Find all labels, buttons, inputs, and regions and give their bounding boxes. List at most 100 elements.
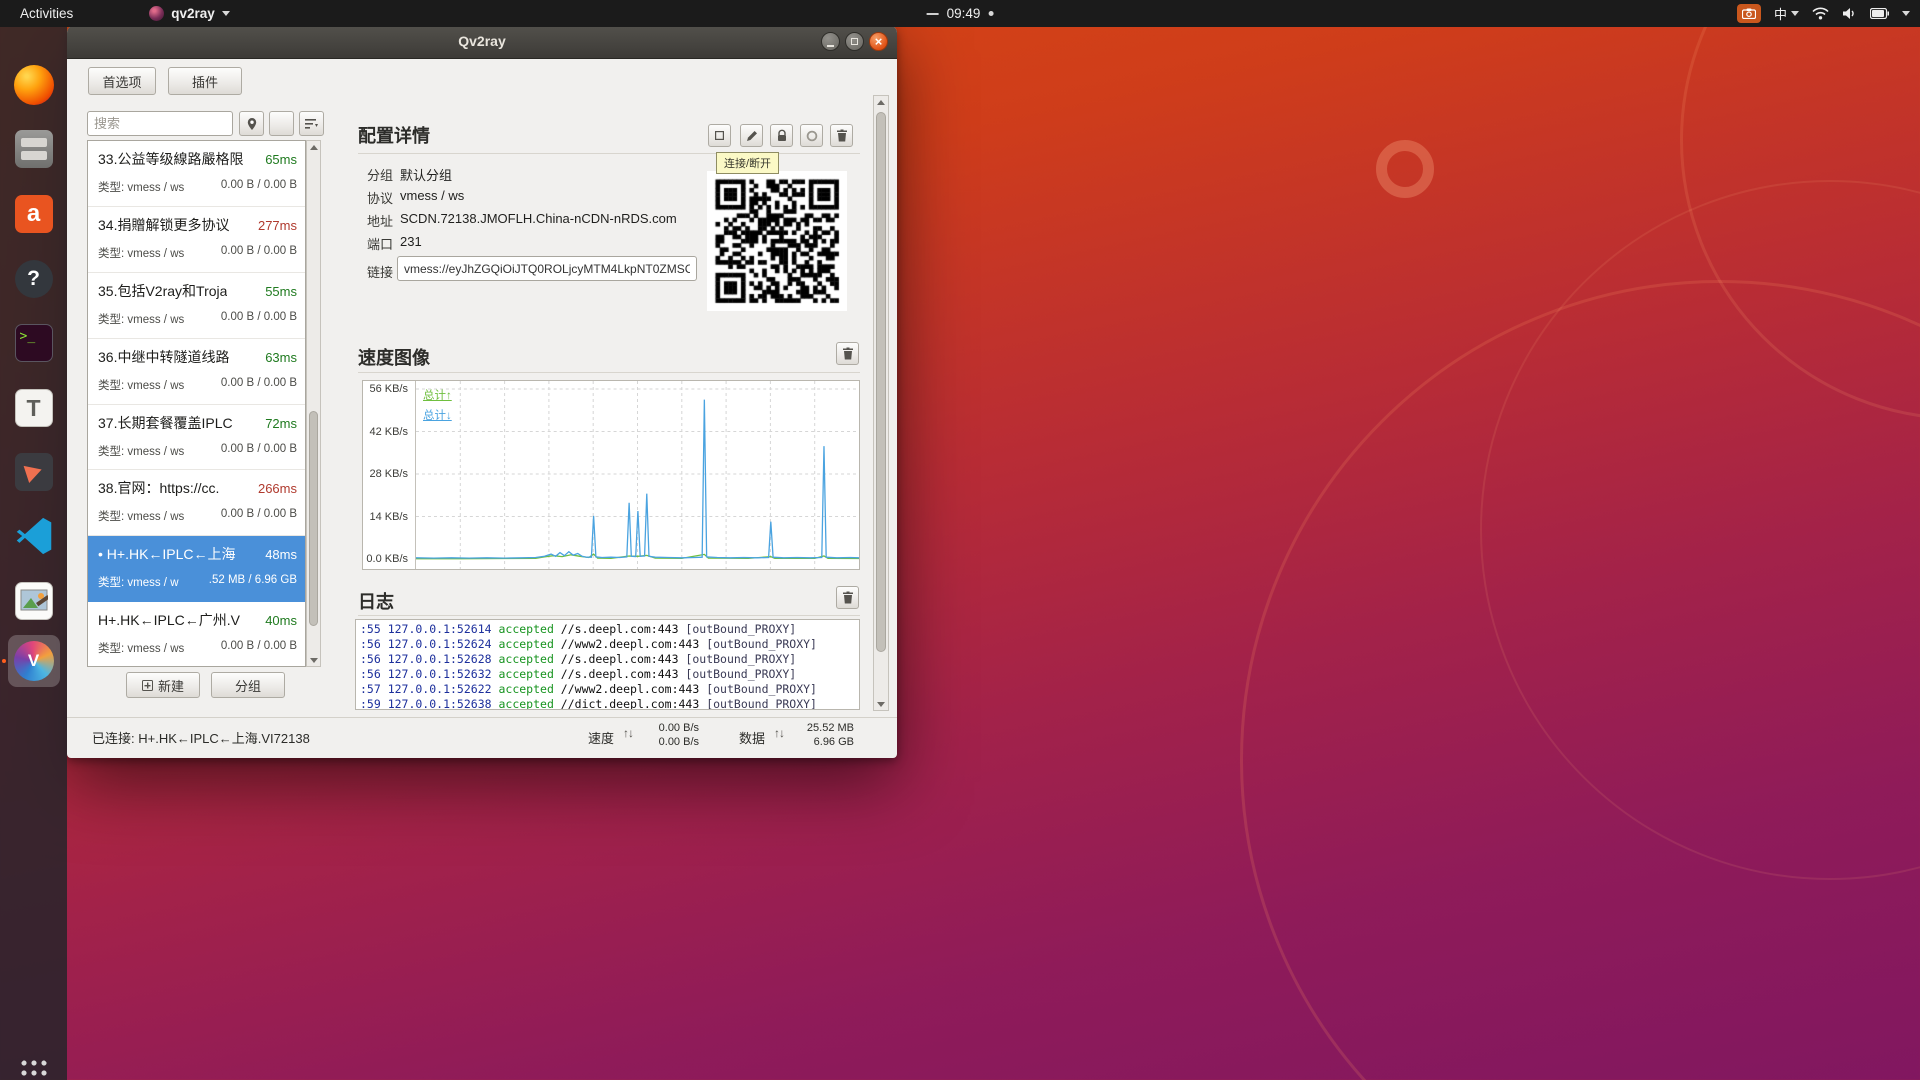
server-list-item[interactable]: 34.捐贈解锁更多协议 277ms 类型: vmess / ws 0.00 B …: [88, 207, 305, 273]
plugins-button[interactable]: 插件: [168, 67, 242, 95]
data-down-value: 6.96 GB: [814, 736, 854, 748]
server-list-item[interactable]: 35.包括V2ray和Troja 55ms 类型: vmess / ws 0.0…: [88, 273, 305, 339]
blank-tool-button[interactable]: [269, 111, 294, 136]
clock-label: 09:49: [947, 6, 981, 21]
connect-toggle-button[interactable]: [800, 124, 823, 147]
wallpaper-arc: [1480, 180, 1920, 880]
vscode-icon: [16, 516, 52, 556]
log-line: :59 127.0.0.1:52638 accepted //dict.deep…: [360, 697, 855, 710]
server-ping: 65ms: [265, 152, 297, 167]
server-list-item[interactable]: 38.官网：https://cc. 266ms 类型: vmess / ws 0…: [88, 470, 305, 536]
server-type: 类型: vmess / ws: [98, 640, 184, 656]
text-editor-icon: T: [15, 389, 53, 427]
edit-button[interactable]: [740, 124, 763, 147]
files-icon: [15, 130, 53, 168]
speed-down-value: 0.00 B/s: [659, 736, 699, 748]
dock-item-qv2ray[interactable]: V: [8, 635, 60, 687]
log-line: :56 127.0.0.1:52624 accepted //www2.deep…: [360, 637, 855, 652]
server-ping: 63ms: [265, 350, 297, 365]
server-name: H+.HK←IPLC←广州.V: [98, 610, 240, 630]
dock-item-text-editor[interactable]: T: [8, 382, 60, 434]
server-list-item[interactable]: 36.中继中转隧道线路 63ms 类型: vmess / ws 0.00 B /…: [88, 339, 305, 405]
share-link-input[interactable]: [397, 256, 697, 281]
edit-json-button[interactable]: [770, 124, 793, 147]
port-field-label: 端口: [367, 234, 393, 253]
top-bar: Activities qv2ray 09:49 中: [0, 0, 1920, 27]
server-data-usage: 0.00 B / 0.00 B: [221, 377, 297, 393]
maximize-button[interactable]: [845, 32, 864, 51]
battery-icon[interactable]: [1870, 8, 1889, 19]
dock-item-help[interactable]: ?: [8, 253, 60, 305]
scrollbar-thumb[interactable]: [309, 411, 318, 626]
server-list-scrollbar[interactable]: [306, 140, 321, 667]
window-titlebar[interactable]: Qv2ray ×: [67, 25, 897, 59]
close-button[interactable]: ×: [869, 32, 888, 51]
input-method-indicator[interactable]: 中: [1774, 4, 1799, 23]
clear-log-button[interactable]: [836, 586, 859, 609]
server-list-item[interactable]: • H+.HK←IPLC←上海 48ms 类型: vmess / w .52 M…: [88, 536, 305, 602]
scroll-up-icon[interactable]: [310, 145, 318, 150]
log-title: 日志: [358, 588, 394, 614]
detail-scrollbar[interactable]: [873, 95, 889, 711]
network-icon[interactable]: [1812, 7, 1829, 20]
chevron-down-icon[interactable]: [1902, 11, 1910, 16]
scrollbar-thumb[interactable]: [876, 112, 886, 652]
dock-item-terminal[interactable]: >_: [8, 317, 60, 369]
log-line: :57 127.0.0.1:52622 accepted //www2.deep…: [360, 682, 855, 697]
y-axis-tick: 14 KB/s: [369, 511, 408, 523]
server-list[interactable]: 33.公益等级線路嚴格限 65ms 类型: vmess / ws 0.00 B …: [87, 140, 306, 667]
dock-item-share[interactable]: [8, 446, 60, 498]
scroll-down-icon[interactable]: [877, 702, 885, 707]
location-pin-button[interactable]: [239, 111, 264, 136]
dock-item-app-grid[interactable]: [8, 1047, 60, 1080]
log-line: :55 127.0.0.1:52614 accepted //s.deepl.c…: [360, 622, 855, 637]
dock-item-firefox[interactable]: [8, 59, 60, 111]
search-input[interactable]: [87, 111, 233, 136]
sort-button[interactable]: [299, 111, 324, 136]
legend-item[interactable]: 总计↑: [423, 387, 452, 403]
protocol-field-label: 协议: [367, 188, 393, 207]
clear-graph-button[interactable]: [836, 342, 859, 365]
server-ping: 48ms: [265, 547, 297, 562]
qr-code: [707, 171, 847, 311]
server-list-item[interactable]: 37.长期套餐覆盖IPLC 72ms 类型: vmess / ws 0.00 B…: [88, 405, 305, 471]
qv2ray-icon: V: [14, 641, 54, 681]
legend-item[interactable]: 总计↓: [423, 407, 452, 423]
activities-button[interactable]: Activities: [14, 6, 79, 21]
app-menu[interactable]: qv2ray: [149, 6, 230, 21]
dock-item-vscode[interactable]: [8, 510, 60, 562]
new-server-button[interactable]: 新建: [126, 672, 200, 698]
location-pin-icon: [246, 117, 258, 131]
minimize-button[interactable]: [821, 32, 840, 51]
volume-icon[interactable]: [1842, 7, 1857, 20]
trash-icon: [842, 591, 854, 604]
server-list-item[interactable]: 33.公益等级線路嚴格限 65ms 类型: vmess / ws 0.00 B …: [88, 141, 305, 207]
preferences-button[interactable]: 首选项: [88, 67, 156, 95]
config-detail-title: 配置详情: [358, 122, 430, 148]
speed-chart-y-axis: 56 KB/s42 KB/s28 KB/s14 KB/s0.0 KB/s: [363, 381, 413, 569]
speed-values: 0.00 B/s 0.00 B/s: [643, 721, 699, 749]
stop-button[interactable]: [708, 124, 731, 147]
server-type: 类型: vmess / w: [98, 574, 179, 590]
scroll-down-icon[interactable]: [310, 658, 318, 663]
server-data-usage: 0.00 B / 0.00 B: [221, 508, 297, 524]
group-field-label: 分组: [367, 165, 393, 184]
window-title: Qv2ray: [67, 25, 897, 58]
dock-item-software[interactable]: a: [8, 188, 60, 240]
data-up-value: 25.52 MB: [807, 722, 854, 734]
clock-area[interactable]: 09:49: [927, 6, 994, 21]
group-button[interactable]: 分组: [211, 672, 285, 698]
dock-item-files[interactable]: [8, 123, 60, 175]
delete-config-button[interactable]: [830, 124, 853, 147]
screenshot-indicator-icon[interactable]: [1737, 4, 1761, 23]
dock-item-image-tool[interactable]: [8, 575, 60, 627]
connect-icon: [806, 130, 818, 142]
server-ping: 277ms: [258, 218, 297, 233]
y-axis-tick: 56 KB/s: [369, 383, 408, 395]
server-list-item[interactable]: H+.HK←IPLC←广州.V 40ms 类型: vmess / ws 0.00…: [88, 602, 305, 667]
address-field-label: 地址: [367, 211, 393, 230]
log-output[interactable]: :55 127.0.0.1:52614 accepted //s.deepl.c…: [355, 619, 860, 710]
app-menu-icon: [149, 6, 164, 21]
scroll-up-icon[interactable]: [877, 100, 885, 105]
dock: a ? >_ T V: [0, 27, 67, 1080]
